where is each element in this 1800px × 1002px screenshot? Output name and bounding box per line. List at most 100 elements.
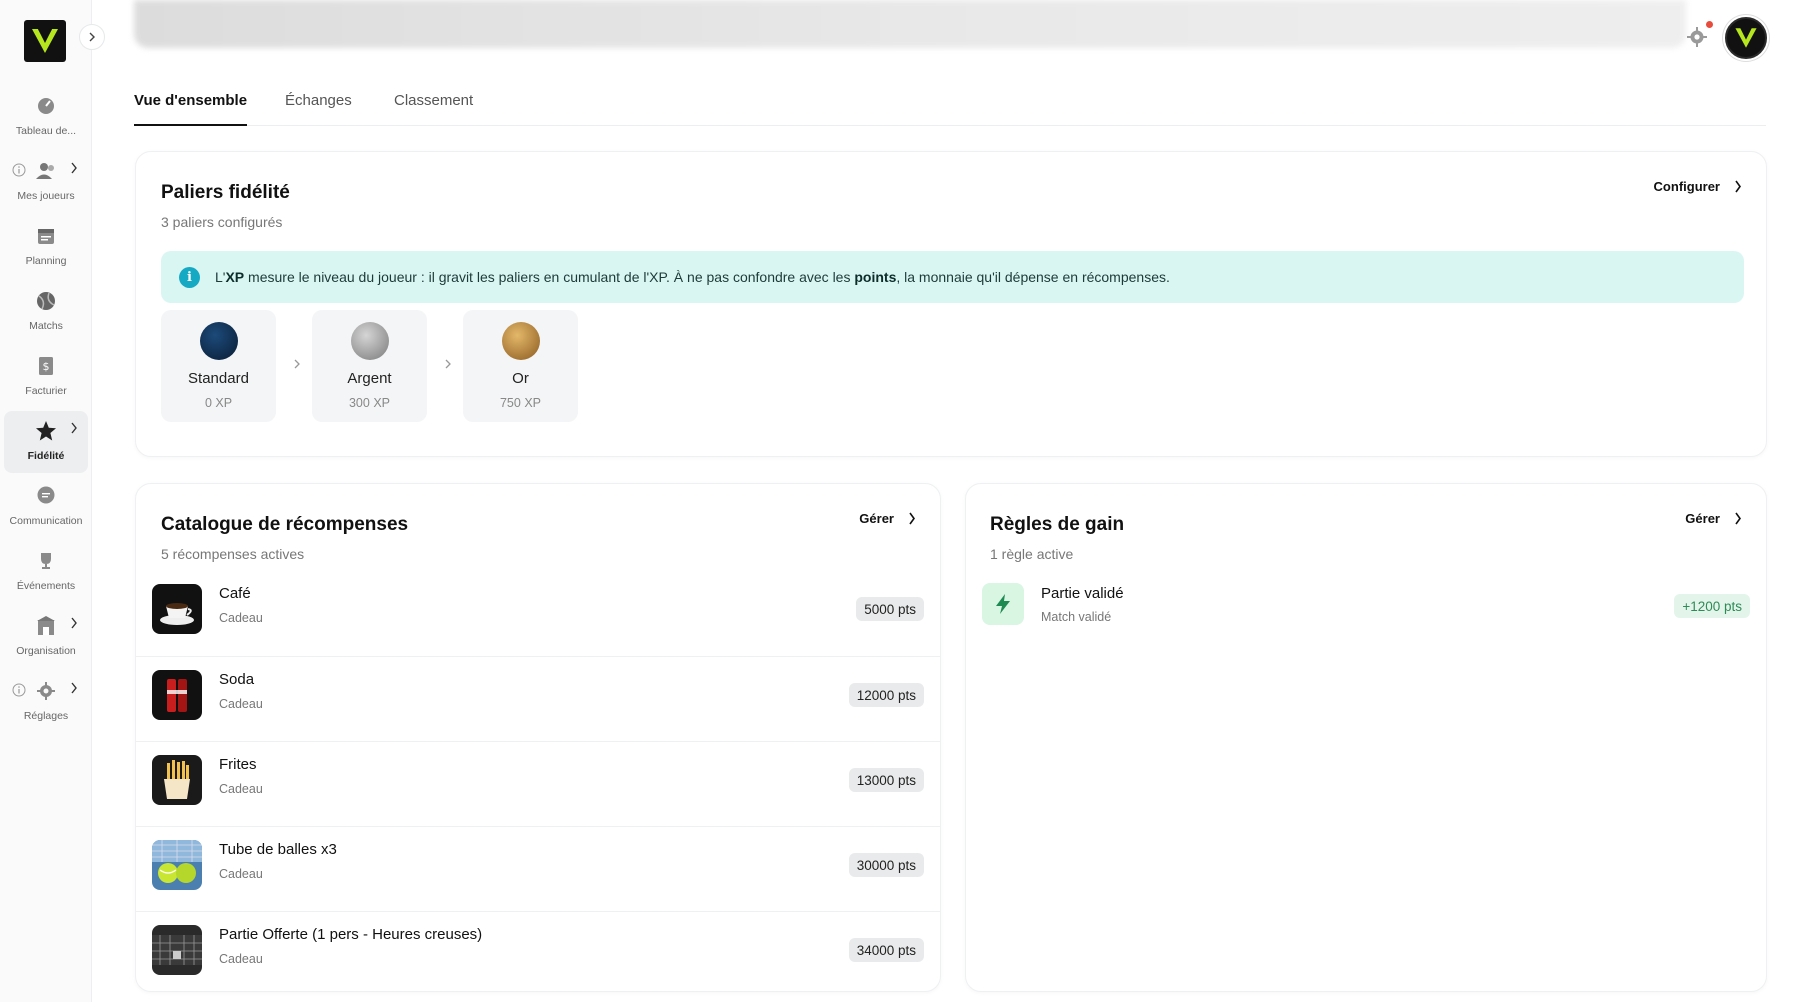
points-badge: 13000 pts — [848, 768, 924, 792]
tab-exchanges[interactable]: Échanges — [285, 92, 352, 126]
rule-name[interactable]: Partie validé — [1041, 585, 1124, 602]
reward-name: Frites — [219, 756, 257, 773]
trophy-icon — [34, 549, 58, 573]
points-badge: 12000 pts — [848, 683, 924, 707]
silver-medal-icon — [350, 322, 389, 360]
card-title: Catalogue de récompenses — [161, 514, 409, 535]
sidebar-item-label: Événements — [16, 580, 76, 592]
sidebar: Tableau de... Mes joueurs Planning Match… — [0, 0, 105, 1002]
invoice-icon: $ — [34, 354, 58, 378]
reward-category: Cadeau — [219, 697, 263, 711]
sidebar-item-label: Fidélité — [27, 450, 65, 462]
sidebar-item-label: Réglages — [23, 710, 69, 722]
info-icon[interactable] — [12, 683, 26, 702]
sidebar-item-settings[interactable]: Réglages — [4, 671, 88, 733]
tier-silver[interactable]: Argent 300 XP — [312, 310, 427, 422]
points-badge: 5000 pts — [856, 597, 924, 621]
sidebar-item-label: Planning — [25, 255, 67, 267]
reward-name: Tube de balles x3 — [219, 841, 337, 858]
info-icon: i — [179, 266, 200, 288]
brand-logo[interactable] — [24, 20, 66, 62]
reward-name: Soda — [219, 671, 255, 688]
reward-name: Partie Offerte (1 pers - Heures creuses) — [219, 926, 483, 943]
calendar-icon — [34, 224, 58, 248]
tier-xp: 0 XP — [204, 396, 233, 410]
card-subtitle: 3 paliers configurés — [161, 214, 283, 230]
sidebar-item-label: Communication — [9, 515, 83, 527]
sidebar-item-dashboard[interactable]: Tableau de... — [4, 86, 88, 148]
reward-category: Cadeau — [219, 782, 263, 796]
sidebar-item-planning[interactable]: Planning — [4, 216, 88, 278]
card-title: Règles de gain — [990, 514, 1125, 535]
tier-standard[interactable]: Standard 0 XP — [161, 310, 276, 422]
sidebar-item-players[interactable]: Mes joueurs — [4, 151, 88, 213]
fries-thumbnail-icon — [152, 755, 202, 805]
rewards-catalog-card: Catalogue de récompenses 5 récompenses a… — [135, 483, 941, 992]
balls-thumbnail-icon — [152, 840, 202, 890]
chevron-right-icon — [441, 357, 455, 371]
coffee-thumbnail-icon — [152, 584, 202, 634]
notification-dot — [1706, 21, 1713, 28]
sidebar-item-label: Organisation — [16, 645, 76, 657]
configure-label: Configurer — [1653, 179, 1720, 194]
list-item[interactable]: Café Cadeau 5000 pts — [136, 571, 940, 656]
manage-rewards-button[interactable]: Gérer — [859, 511, 916, 526]
earning-rules-card: Règles de gain 1 règle active Gérer Part… — [965, 483, 1767, 992]
manage-label: Gérer — [1685, 511, 1720, 526]
sidebar-collapse-button[interactable] — [79, 24, 105, 50]
configure-button[interactable]: Configurer — [1654, 179, 1742, 194]
sidebar-item-loyalty[interactable]: Fidélité — [4, 411, 88, 473]
chevron-right-icon — [1735, 180, 1741, 193]
list-item[interactable]: Partie Offerte (1 pers - Heures creuses)… — [136, 911, 940, 996]
info-icon[interactable] — [12, 163, 26, 182]
logo-mark-icon — [32, 28, 58, 53]
sidebar-item-matches[interactable]: Matchs — [4, 281, 88, 343]
points-badge: 30000 pts — [848, 853, 924, 877]
sidebar-item-organisation[interactable]: Organisation — [4, 606, 88, 668]
list-item[interactable]: Frites Cadeau 13000 pts — [136, 741, 940, 826]
soda-thumbnail-icon — [152, 670, 202, 720]
chat-icon — [34, 484, 58, 508]
sidebar-item-invoices[interactable]: $ Facturier — [4, 346, 88, 408]
list-item[interactable]: Tube de balles x3 Cadeau 30000 pts — [136, 826, 940, 911]
app-root: Tableau de... Mes joueurs Planning Match… — [0, 0, 1800, 1002]
tier-gold[interactable]: Or 750 XP — [463, 310, 578, 422]
card-subtitle: 1 règle active — [990, 546, 1074, 562]
topbar-blurred-area — [134, 0, 1686, 48]
ball-icon — [34, 289, 58, 313]
chevron-right-icon — [70, 421, 78, 439]
tab-bar: Vue d'ensemble Échanges Classement — [134, 86, 1766, 126]
card-subtitle: 5 récompenses actives — [161, 546, 305, 562]
reward-category: Cadeau — [219, 611, 263, 625]
chevron-right-icon — [70, 616, 78, 634]
sidebar-item-events[interactable]: Événements — [4, 541, 88, 603]
tab-overview[interactable]: Vue d'ensemble — [134, 92, 248, 126]
chevron-right-icon — [70, 161, 78, 179]
chevron-right-icon — [290, 357, 304, 371]
chevron-right-icon — [89, 32, 95, 42]
rule-points-badge: +1200 pts — [1674, 594, 1750, 618]
xp-info-banner: i L'XP mesure le niveau du joueur : il g… — [161, 251, 1744, 303]
tier-name: Standard — [188, 370, 249, 387]
standard-medal-icon — [199, 322, 238, 360]
list-item[interactable]: Soda Cadeau 12000 pts — [136, 656, 940, 741]
tier-name: Or — [512, 370, 529, 387]
sidebar-item-label: Tableau de... — [15, 125, 77, 137]
avatar[interactable] — [1725, 17, 1767, 59]
manage-label: Gérer — [859, 511, 894, 526]
banner-text: L'XP mesure le niveau du joueur : il gra… — [215, 269, 1170, 285]
tab-ranking[interactable]: Classement — [394, 92, 473, 126]
court-thumbnail-icon — [152, 925, 202, 975]
gold-medal-icon — [501, 322, 540, 360]
settings-gear-icon[interactable] — [1686, 26, 1708, 48]
rule-subtitle: Match validé — [1041, 610, 1112, 624]
chevron-right-icon — [70, 681, 78, 699]
sidebar-item-communication[interactable]: Communication — [4, 476, 88, 538]
card-title: Paliers fidélité — [161, 182, 290, 203]
manage-rules-button[interactable]: Gérer — [1685, 511, 1742, 526]
tier-xp: 750 XP — [499, 396, 541, 410]
points-badge: 34000 pts — [848, 938, 924, 962]
loyalty-tiers-card: Paliers fidélité 3 paliers configurés Co… — [135, 151, 1767, 457]
tier-xp: 300 XP — [348, 396, 390, 410]
gear-icon — [34, 679, 58, 703]
